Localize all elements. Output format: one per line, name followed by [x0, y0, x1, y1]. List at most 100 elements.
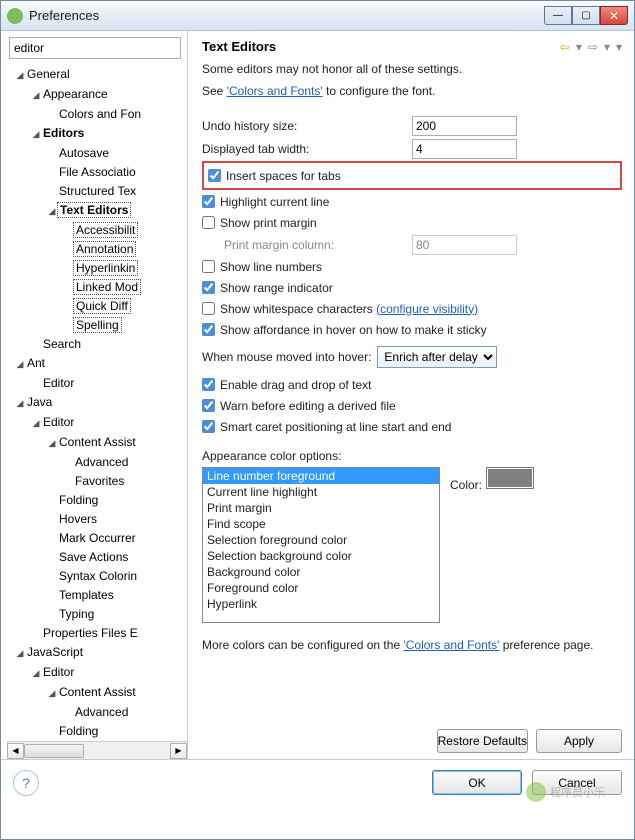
filter-search: [9, 37, 181, 59]
expand-icon[interactable]: ◢: [15, 394, 25, 413]
tree-item-text-editors[interactable]: Text Editors: [57, 202, 131, 218]
tree-item-java[interactable]: Java: [25, 395, 54, 409]
hover-mode-select[interactable]: Enrich after delay: [377, 346, 497, 368]
hover-label: When mouse moved into hover:: [202, 350, 371, 364]
tree-item-javascript[interactable]: JavaScript: [25, 645, 85, 659]
tree-item-favorites[interactable]: Favorites: [73, 474, 126, 488]
tree-item-hyperlinking[interactable]: Hyperlinkin: [73, 260, 138, 276]
color-options-list[interactable]: Line number foregroundCurrent line highl…: [202, 467, 440, 623]
tab-width-input[interactable]: [412, 139, 517, 159]
tree-item-general[interactable]: General: [25, 67, 72, 81]
tree-item-quick-diff[interactable]: Quick Diff: [73, 298, 131, 314]
close-button[interactable]: ✕: [600, 6, 628, 25]
view-menu-icon[interactable]: ▾: [616, 40, 622, 54]
scroll-left-icon[interactable]: ◀: [7, 743, 24, 759]
tree-item-ant-editor[interactable]: Editor: [41, 376, 76, 390]
maximize-button[interactable]: ▢: [572, 6, 600, 25]
color-option-item[interactable]: Background color: [203, 564, 439, 580]
scroll-thumb[interactable]: [24, 744, 84, 758]
back-icon[interactable]: ⇦: [560, 40, 570, 54]
horizontal-scrollbar[interactable]: ◀ ▶: [7, 741, 187, 759]
colors-fonts-link[interactable]: 'Colors and Fonts': [227, 84, 323, 98]
warn-derived-checkbox[interactable]: [202, 399, 215, 412]
highlight-line-checkbox[interactable]: [202, 195, 215, 208]
expand-icon[interactable]: ◢: [15, 644, 25, 663]
tree-item-advanced[interactable]: Advanced: [73, 455, 130, 469]
tree-item-mark-occur[interactable]: Mark Occurrer: [57, 531, 138, 545]
forward-icon[interactable]: ⇨: [588, 40, 598, 54]
range-indicator-checkbox[interactable]: [202, 281, 215, 294]
color-option-item[interactable]: Selection foreground color: [203, 532, 439, 548]
tree-item-appearance[interactable]: Appearance: [41, 87, 110, 101]
tree-item-autosave[interactable]: Autosave: [57, 146, 111, 160]
tree-item-typing[interactable]: Typing: [57, 607, 96, 621]
drag-drop-checkbox[interactable]: [202, 378, 215, 391]
expand-icon[interactable]: ◢: [15, 66, 25, 85]
color-option-item[interactable]: Hyperlink: [203, 596, 439, 612]
tree-item-content-assist[interactable]: Content Assist: [57, 435, 138, 449]
tree-item-file-assoc[interactable]: File Associatio: [57, 165, 138, 179]
tree-item-annotation[interactable]: Annotation: [73, 241, 136, 257]
range-indicator-label: Show range indicator: [220, 281, 333, 295]
forward-menu-icon[interactable]: ▾: [604, 40, 610, 54]
dialog-footer: ? OK Cancel 程序员小乐: [1, 759, 634, 805]
search-input[interactable]: [9, 37, 181, 59]
tree-item-linked-mode[interactable]: Linked Mod: [73, 279, 141, 295]
color-swatch-button[interactable]: [486, 467, 534, 489]
help-button[interactable]: ?: [13, 770, 39, 796]
tree-item-java-editor[interactable]: Editor: [41, 415, 76, 429]
expand-icon[interactable]: ◢: [31, 86, 41, 105]
tree-item-accessibility[interactable]: Accessibilit: [73, 222, 138, 238]
color-option-item[interactable]: Print margin: [203, 500, 439, 516]
tree-item-search[interactable]: Search: [41, 337, 83, 351]
smart-caret-checkbox[interactable]: [202, 420, 215, 433]
expand-icon[interactable]: ◢: [47, 434, 57, 453]
expand-icon[interactable]: ◢: [31, 414, 41, 433]
tree-item-syntax-coloring[interactable]: Syntax Colorin: [57, 569, 139, 583]
tree-item-hovers[interactable]: Hovers: [57, 512, 99, 526]
undo-history-input[interactable]: [412, 116, 517, 136]
tree-item-properties-files[interactable]: Properties Files E: [41, 626, 140, 640]
tree-item-structured-text[interactable]: Structured Tex: [57, 184, 138, 198]
color-option-item[interactable]: Line number foreground: [203, 468, 439, 484]
preference-tree[interactable]: ◢General ◢Appearance Colors and Fon ◢Edi…: [7, 65, 187, 741]
tree-item-js-editor[interactable]: Editor: [41, 665, 76, 679]
smart-caret-label: Smart caret positioning at line start an…: [220, 420, 451, 434]
tree-item-spelling[interactable]: Spelling: [73, 317, 122, 333]
tree-item-js-folding[interactable]: Folding: [57, 724, 100, 738]
scroll-right-icon[interactable]: ▶: [170, 743, 187, 759]
expand-icon[interactable]: ◢: [15, 355, 25, 374]
expand-icon[interactable]: ◢: [31, 125, 41, 144]
more-colors-link[interactable]: 'Colors and Fonts': [403, 638, 499, 652]
tree-item-colors-fonts[interactable]: Colors and Fon: [57, 107, 143, 121]
expand-icon[interactable]: ◢: [47, 202, 57, 221]
color-option-item[interactable]: Foreground color: [203, 580, 439, 596]
whitespace-checkbox[interactable]: [202, 302, 215, 315]
insert-spaces-checkbox[interactable]: [208, 169, 221, 182]
configure-visibility-link[interactable]: (configure visibility): [376, 302, 478, 316]
back-menu-icon[interactable]: ▾: [576, 40, 582, 54]
apply-button[interactable]: Apply: [536, 729, 622, 753]
tree-item-js-content-assist[interactable]: Content Assist: [57, 685, 138, 699]
color-option-item[interactable]: Find scope: [203, 516, 439, 532]
color-option-item[interactable]: Selection background color: [203, 548, 439, 564]
minimize-button[interactable]: —: [544, 6, 572, 25]
affordance-checkbox[interactable]: [202, 323, 215, 336]
expand-icon[interactable]: ◢: [31, 664, 41, 683]
cancel-button[interactable]: Cancel: [532, 770, 622, 795]
color-option-item[interactable]: Current line highlight: [203, 484, 439, 500]
tree-item-templates[interactable]: Templates: [57, 588, 116, 602]
tree-item-js-advanced[interactable]: Advanced: [73, 705, 130, 719]
tree-item-ant[interactable]: Ant: [25, 356, 47, 370]
tree-item-folding[interactable]: Folding: [57, 493, 100, 507]
see-text: See 'Colors and Fonts' to configure the …: [202, 84, 622, 98]
restore-defaults-button[interactable]: Restore Defaults: [437, 729, 528, 753]
ok-button[interactable]: OK: [432, 770, 522, 795]
print-margin-checkbox[interactable]: [202, 216, 215, 229]
tree-item-editors[interactable]: Editors: [41, 126, 86, 140]
line-numbers-label: Show line numbers: [220, 260, 322, 274]
warn-derived-label: Warn before editing a derived file: [220, 399, 396, 413]
expand-icon[interactable]: ◢: [47, 684, 57, 703]
line-numbers-checkbox[interactable]: [202, 260, 215, 273]
tree-item-save-actions[interactable]: Save Actions: [57, 550, 130, 564]
